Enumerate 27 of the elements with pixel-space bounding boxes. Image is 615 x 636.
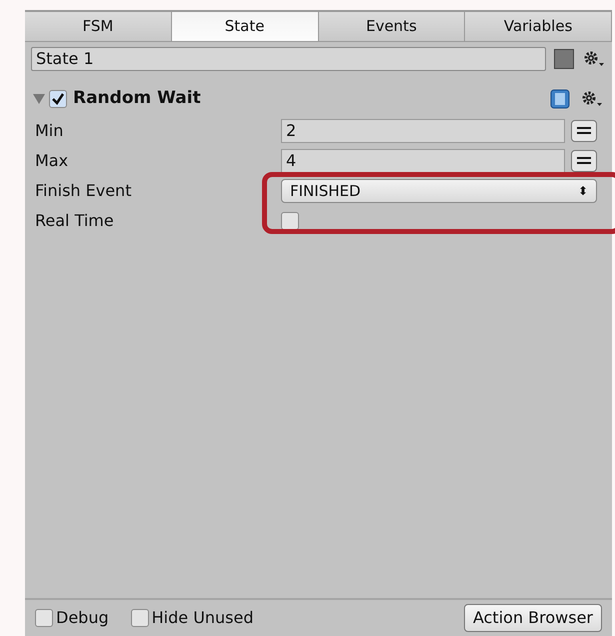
event-dropdown[interactable]: FINISHED ⬍: [281, 179, 597, 203]
equals-icon: [577, 126, 591, 136]
number-field[interactable]: 2: [281, 119, 565, 143]
real-time-checkbox[interactable]: [281, 212, 299, 230]
param-label: Real Time: [35, 210, 115, 232]
action-checkbox[interactable]: [49, 90, 67, 108]
tab[interactable]: Variables: [465, 12, 612, 41]
color-swatch[interactable]: [554, 49, 574, 69]
option-checkbox[interactable]: [35, 609, 53, 627]
help-book-icon[interactable]: [550, 89, 570, 109]
checkbox-label: Debug: [56, 607, 109, 629]
param-label: Max: [35, 150, 70, 172]
variable-toggle-button[interactable]: [571, 150, 597, 172]
tab[interactable]: Events: [318, 12, 466, 41]
option-checkbox[interactable]: [130, 609, 149, 627]
checkbox-label: Hide Unused: [152, 607, 254, 629]
variable-toggle-button[interactable]: [571, 120, 597, 142]
param-label: Min: [35, 120, 64, 142]
param-label: Finish Event: [35, 180, 132, 202]
state-name-field[interactable]: State 1: [31, 47, 546, 71]
number-field[interactable]: 4: [281, 149, 565, 173]
action-browser-button[interactable]: Action Browser: [464, 604, 602, 632]
equals-icon: [577, 156, 591, 166]
tab[interactable]: State: [172, 12, 318, 41]
tab[interactable]: FSM: [25, 12, 172, 41]
expand-triangle-icon[interactable]: [33, 94, 45, 104]
action-title: Random Wait: [73, 87, 201, 110]
